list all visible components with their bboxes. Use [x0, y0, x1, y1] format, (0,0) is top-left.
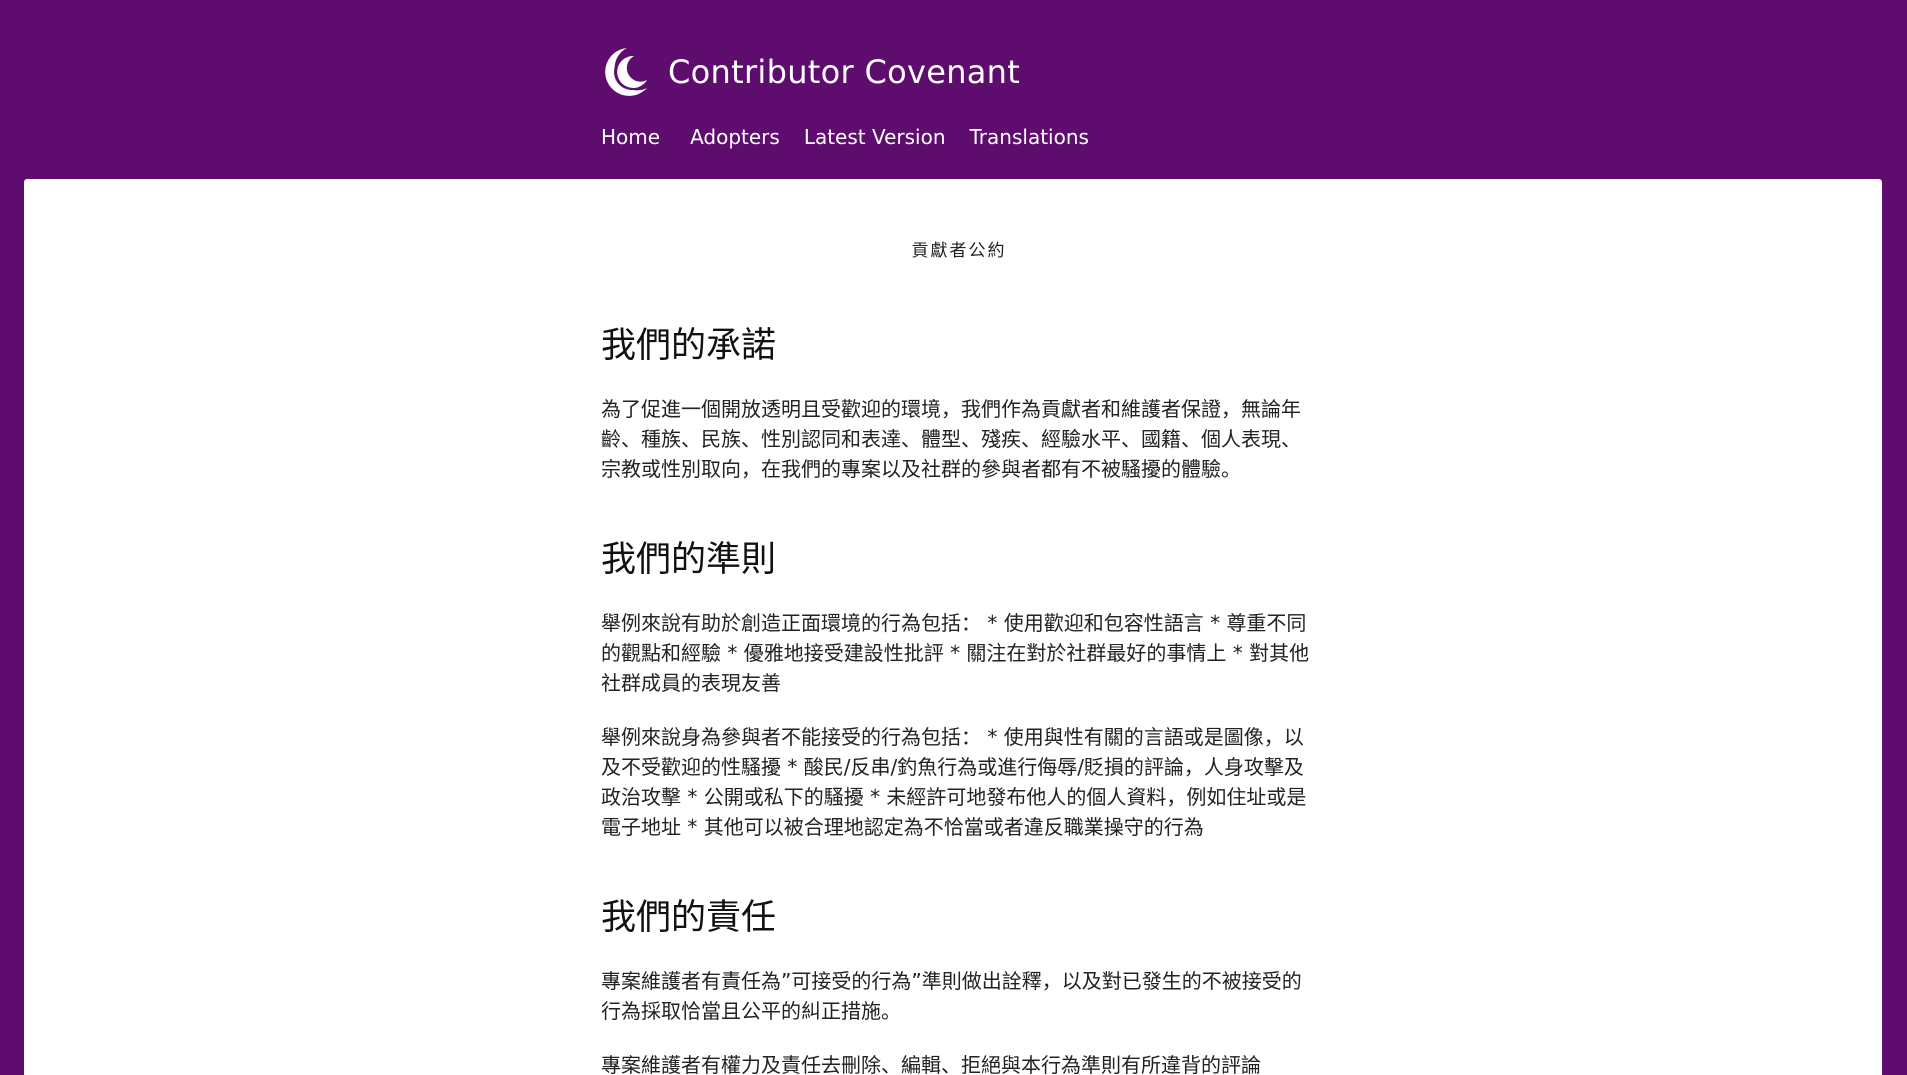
main-nav: Home Adopters Latest Version Translation…	[601, 125, 1089, 149]
nav-adopters[interactable]: Adopters	[690, 125, 780, 149]
brand[interactable]: Contributor Covenant	[601, 46, 1020, 98]
nav-translations[interactable]: Translations	[970, 125, 1089, 149]
nav-home[interactable]: Home	[601, 125, 660, 149]
document-title: 貢獻者公約	[911, 241, 1007, 261]
section-paragraph: 專案維護者有權力及責任去刪除、編輯、拒絕與本行為準則有所違背的評論	[601, 1053, 1261, 1075]
section-paragraph: 專案維護者有責任為”可接受的行為”準則做出詮釋，以及對已發生的不被接受的行為採取…	[601, 969, 1302, 1023]
section-heading-standards: 我們的準則	[601, 540, 777, 580]
section-heading-responsibilities: 我們的責任	[601, 898, 777, 938]
section-paragraph: 舉例來說身為參與者不能接受的行為包括： * 使用與性有關的言語或是圖像，以及不受…	[601, 725, 1307, 839]
site-header: Contributor Covenant Home Adopters Lates…	[0, 0, 1907, 179]
document-body: 貢獻者公約 我們的承諾 為了促進一個開放透明且受歡迎的環境，我們作為貢獻者和維護…	[601, 179, 1317, 1075]
section-heading-pledge: 我們的承諾	[601, 326, 777, 366]
crescent-moon-logo-icon	[605, 48, 647, 96]
content-card: 貢獻者公約 我們的承諾 為了促進一個開放透明且受歡迎的環境，我們作為貢獻者和維護…	[24, 179, 1882, 1075]
section-paragraph: 為了促進一個開放透明且受歡迎的環境，我們作為貢獻者和維護者保證，無論年齡、種族、…	[601, 397, 1301, 481]
site-title[interactable]: Contributor Covenant	[668, 53, 1020, 91]
section-paragraph: 舉例來說有助於創造正面環境的行為包括： * 使用歡迎和包容性語言 * 尊重不同的…	[601, 611, 1310, 695]
nav-latest-version[interactable]: Latest Version	[804, 125, 946, 149]
